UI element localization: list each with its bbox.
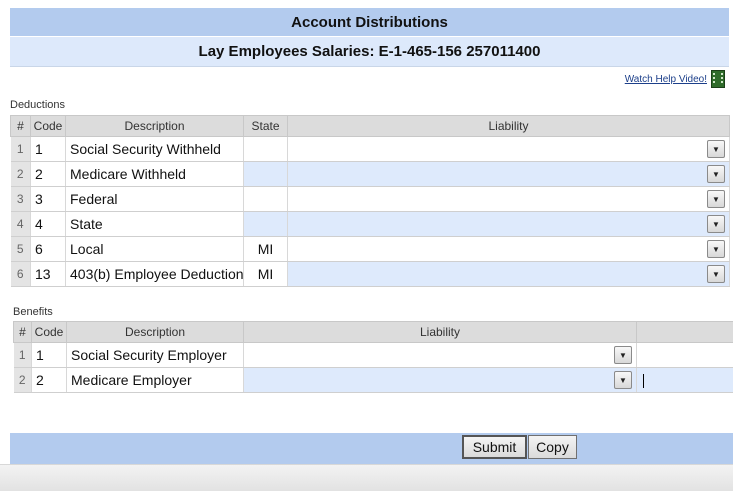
submit-button[interactable]: Submit: [462, 435, 527, 459]
table-row: 2 2 Medicare Withheld ▼: [10, 161, 730, 187]
table-row: 2 2 Medicare Employer ▼: [13, 367, 733, 393]
copy-label: Copy: [536, 439, 569, 455]
table-row: 1 1 Social Security Withheld ▼: [10, 136, 730, 162]
chevron-down-icon[interactable]: ▼: [707, 215, 725, 233]
row-number: 1: [13, 342, 32, 368]
text-caret: [643, 374, 644, 389]
liability-select[interactable]: ▼: [287, 236, 730, 262]
page-subtitle: Lay Employees Salaries: E-1-465-156 2570…: [10, 37, 729, 67]
row-number: 6: [10, 261, 31, 287]
row-code: 1: [30, 136, 66, 162]
row-description: Social Security Withheld: [65, 136, 244, 162]
col-header-liability: Liability: [287, 115, 730, 137]
extra-input[interactable]: [636, 367, 733, 393]
chevron-down-icon[interactable]: ▼: [614, 371, 632, 389]
row-code: 3: [30, 186, 66, 212]
help-video-link[interactable]: Watch Help Video!: [625, 74, 707, 85]
chevron-down-icon[interactable]: ▼: [707, 265, 725, 283]
table-row: 3 3 Federal ▼: [10, 186, 730, 212]
row-code: 2: [30, 161, 66, 187]
col-header-liability: Liability: [243, 321, 637, 343]
row-description: Social Security Employer: [66, 342, 244, 368]
row-code: 2: [31, 367, 67, 393]
col-header-code: Code: [30, 115, 66, 137]
deductions-label: Deductions: [10, 99, 66, 111]
liability-select[interactable]: ▼: [287, 211, 730, 237]
row-state: [243, 186, 288, 212]
row-state: [243, 161, 288, 187]
row-description: 403(b) Employee Deduction: [65, 261, 244, 287]
row-code: 4: [30, 211, 66, 237]
row-number: 3: [10, 186, 31, 212]
chevron-down-icon[interactable]: ▼: [707, 240, 725, 258]
table-row: 4 4 State ▼: [10, 211, 730, 237]
submit-label: Submit: [472, 439, 517, 455]
row-description: Federal: [65, 186, 244, 212]
page-title: Account Distributions: [10, 8, 729, 36]
row-code: 6: [30, 236, 66, 262]
col-header-extra: [636, 321, 733, 343]
col-header-num: #: [10, 115, 31, 137]
footer-bar: [10, 433, 733, 464]
col-header-description: Description: [66, 321, 244, 343]
liability-select[interactable]: ▼: [243, 367, 637, 393]
row-description: Local: [65, 236, 244, 262]
row-number: 2: [13, 367, 32, 393]
col-header-state: State: [243, 115, 288, 137]
deductions-table: # Code Description State Liability 1 1 S…: [10, 115, 730, 287]
liability-select[interactable]: ▼: [287, 261, 730, 287]
chevron-down-icon[interactable]: ▼: [707, 190, 725, 208]
row-number: 1: [10, 136, 31, 162]
row-state: [243, 136, 288, 162]
row-state: [243, 211, 288, 237]
extra-cell: [636, 342, 733, 368]
row-code: 13: [30, 261, 66, 287]
deductions-header-row: # Code Description State Liability: [10, 115, 730, 137]
col-header-description: Description: [65, 115, 244, 137]
liability-select[interactable]: ▼: [243, 342, 637, 368]
benefits-label: Benefits: [13, 306, 53, 318]
row-description: State: [65, 211, 244, 237]
liability-select[interactable]: ▼: [287, 186, 730, 212]
benefits-header-row: # Code Description Liability: [13, 321, 733, 343]
row-number: 5: [10, 236, 31, 262]
table-row: 6 13 403(b) Employee Deduction MI ▼: [10, 261, 730, 287]
liability-select[interactable]: ▼: [287, 161, 730, 187]
chevron-down-icon[interactable]: ▼: [707, 140, 725, 158]
row-description: Medicare Withheld: [65, 161, 244, 187]
browser-status-bar: [0, 464, 733, 491]
film-icon[interactable]: [711, 70, 725, 88]
col-header-code: Code: [31, 321, 67, 343]
liability-select[interactable]: ▼: [287, 136, 730, 162]
chevron-down-icon[interactable]: ▼: [707, 165, 725, 183]
col-header-num: #: [13, 321, 32, 343]
row-number: 2: [10, 161, 31, 187]
row-code: 1: [31, 342, 67, 368]
help-video[interactable]: Watch Help Video!: [625, 70, 725, 88]
copy-button[interactable]: Copy: [528, 435, 577, 459]
table-row: 5 6 Local MI ▼: [10, 236, 730, 262]
chevron-down-icon[interactable]: ▼: [614, 346, 632, 364]
table-row: 1 1 Social Security Employer ▼: [13, 342, 733, 368]
row-description: Medicare Employer: [66, 367, 244, 393]
row-state: MI: [243, 236, 288, 262]
benefits-table: # Code Description Liability 1 1 Social …: [13, 321, 733, 393]
row-state: MI: [243, 261, 288, 287]
row-number: 4: [10, 211, 31, 237]
